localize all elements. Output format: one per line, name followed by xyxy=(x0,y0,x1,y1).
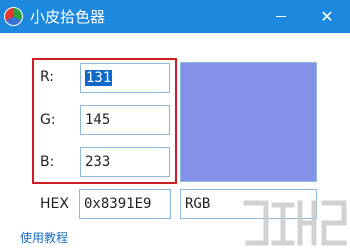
hex-value: 0x8391E9 xyxy=(84,196,152,212)
r-label: R: xyxy=(40,69,55,85)
watermark-logo-icon xyxy=(243,200,347,246)
close-button[interactable]: ✕ xyxy=(304,0,350,33)
rgb-value: RGB xyxy=(185,196,211,212)
color-wheel-icon xyxy=(4,7,23,26)
hex-label: HEX xyxy=(40,196,69,212)
close-icon: ✕ xyxy=(320,7,334,26)
title-bar: 小皮拾色器 ✕ xyxy=(0,0,350,33)
window-title: 小皮拾色器 xyxy=(30,8,106,26)
minimize-icon xyxy=(276,16,286,17)
help-tutorial-link[interactable]: 使用教程 xyxy=(20,229,68,246)
b-input[interactable]: 233 xyxy=(80,147,170,177)
minimize-button[interactable] xyxy=(258,0,304,33)
color-preview-swatch xyxy=(180,62,317,182)
r-value: 131 xyxy=(85,70,113,86)
g-input[interactable]: 145 xyxy=(80,105,170,135)
g-label: G: xyxy=(40,112,56,128)
b-label: B: xyxy=(40,154,55,170)
r-input[interactable]: 131 xyxy=(80,63,170,93)
b-value: 233 xyxy=(85,154,111,170)
hex-input[interactable]: 0x8391E9 xyxy=(79,189,171,219)
g-value: 145 xyxy=(85,112,111,128)
